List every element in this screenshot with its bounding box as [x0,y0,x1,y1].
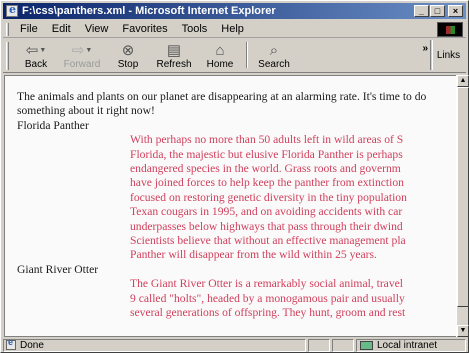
window-title: F:\css\panthers.xml - Microsoft Internet… [22,5,276,17]
description-line: endangered species in the world. Grass r… [130,162,401,176]
menu-file[interactable]: File [13,23,45,35]
forward-button[interactable]: ⇨ ▼ Forward [59,39,105,71]
menu-favorites[interactable]: Favorites [115,23,174,35]
menu-view[interactable]: View [78,23,116,35]
standard-toolbar: ⇦ ▼ Back ⇨ ▼ Forward ⊗ Stop ▤ Refresh ⌂ Ho… [3,39,466,73]
maximize-button[interactable]: □ [430,5,445,17]
description-line: The Giant River Otter is a remarkably so… [130,277,403,291]
menu-help[interactable]: Help [214,23,251,35]
minimize-button[interactable]: _ [414,5,429,17]
security-zone: Local intranet [356,338,466,352]
animal-name: Giant River Otter [17,262,99,276]
forward-label: Forward [63,59,101,70]
description-line: With perhaps no more than 50 adults left… [130,133,404,147]
close-button[interactable]: × [448,5,463,17]
status-cell [308,338,330,352]
description-line: Florida, the majestic but elusive Florid… [130,147,403,161]
search-icon: ⌕ [269,41,279,59]
dropdown-arrow-icon[interactable]: ▼ [85,47,92,54]
scroll-down-button[interactable]: ▼ [457,325,469,337]
back-label: Back [24,59,48,70]
scroll-thumb[interactable] [457,87,469,307]
home-button[interactable]: ⌂ Home [197,39,243,71]
animal-name: Florida Panther [17,118,89,132]
description-line: Panther will disappear from the wild wit… [130,248,377,262]
home-label: Home [206,59,234,70]
description-line: 9 called "holts", headed by a monogamous… [130,291,405,305]
description-line: underpasses below highways that pass thr… [130,219,403,233]
search-button[interactable]: ⌕ Search [251,39,297,71]
intro-paragraph: The animals and plants on our planet are… [17,90,427,118]
description-line: focused on restoring genetic diversity i… [130,190,407,204]
window-controls: _ □ × [414,5,463,17]
page-icon [6,337,16,350]
scroll-up-button[interactable]: ▲ [457,75,469,87]
menu-edit[interactable]: Edit [45,23,78,35]
animal-description: The Giant River Otter is a remarkably so… [17,277,453,320]
dropdown-arrow-icon[interactable]: ▼ [39,47,46,54]
stop-button[interactable]: ⊗ Stop [105,39,151,71]
search-label: Search [258,59,290,70]
browser-window: F:\css\panthers.xml - Microsoft Internet… [0,0,469,353]
status-cell [332,338,354,352]
menu-bar: File Edit View Favorites Tools Help [3,21,466,38]
refresh-label: Refresh [156,59,192,70]
page-content: The animals and plants on our planet are… [4,75,456,337]
home-icon: ⌂ [215,41,225,59]
ie-app-icon[interactable] [6,3,18,17]
intranet-icon [360,340,373,350]
links-button[interactable]: Links [430,40,466,70]
vertical-scrollbar[interactable]: ▲ ▼ [456,75,469,337]
toolbar-grip[interactable] [6,42,9,70]
description-line: several generations of offspring. They h… [130,306,406,320]
links-label: Links [436,49,461,61]
status-bar: Done Local intranet [3,337,466,352]
animal-description: With perhaps no more than 50 adults left… [17,133,453,263]
stop-icon: ⊗ [121,41,135,59]
refresh-icon: ▤ [166,41,182,59]
menu-grip[interactable] [6,22,9,36]
refresh-button[interactable]: ▤ Refresh [151,39,197,71]
windows-logo-icon [437,22,463,37]
description-line: have joined forces to help keep the pant… [130,176,404,190]
description-line: Scientists believe that without an effec… [130,234,406,248]
back-button[interactable]: ⇦ ▼ Back [13,39,59,71]
arrow-left-icon: ⇦ ▼ [25,41,47,59]
toolbar-chevron[interactable]: » [422,43,428,54]
toolbar-separator [246,42,248,68]
description-line: Texan cougars in 1995, and on avoiding a… [130,205,403,219]
status-panel: Done [3,337,306,352]
stop-label: Stop [117,59,139,70]
zone-label: Local intranet [377,339,438,351]
title-bar[interactable]: F:\css\panthers.xml - Microsoft Internet… [3,3,466,19]
arrow-right-icon: ⇨ ▼ [71,41,93,59]
menu-tools[interactable]: Tools [175,23,215,35]
status-text: Done [20,339,44,351]
